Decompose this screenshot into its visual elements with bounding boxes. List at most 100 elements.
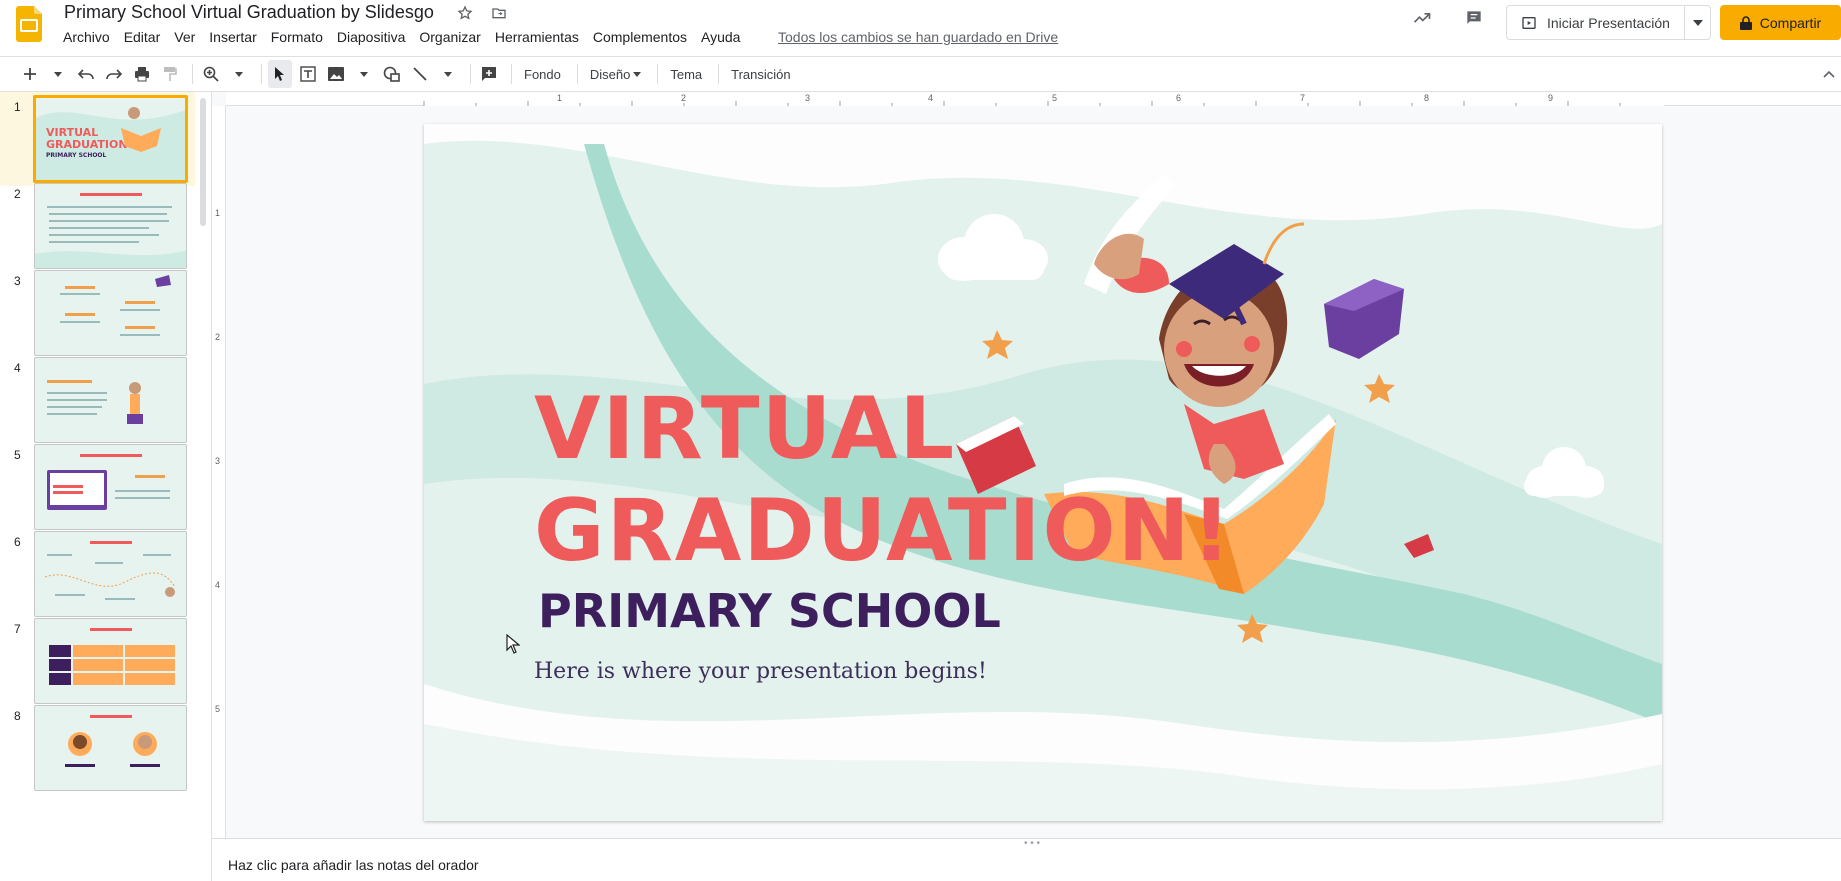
ruler-label: 7	[1300, 93, 1306, 103]
toolbar-divider	[657, 64, 659, 84]
menu-insertar[interactable]: Insertar	[202, 28, 263, 46]
menu-archivo[interactable]: Archivo	[56, 28, 117, 46]
image-caret-icon[interactable]	[352, 60, 376, 88]
filmstrip-scrollbar[interactable]	[200, 98, 206, 226]
thumbnail-art	[47, 454, 170, 510]
menu-formato[interactable]: Formato	[264, 28, 330, 46]
slide-filmstrip: 1 VIRTUAL GRADUATION! PRIMARY SCHOOL 2 3…	[0, 92, 212, 881]
slide-number: 8	[14, 709, 21, 723]
slide-thumbnail[interactable]	[34, 357, 187, 443]
slide-number: 3	[14, 274, 21, 288]
image-icon[interactable]	[324, 60, 348, 88]
add-comment-icon[interactable]	[477, 60, 501, 88]
menu-ver[interactable]: Ver	[167, 28, 202, 46]
menu-herramientas[interactable]: Herramientas	[488, 28, 586, 46]
toolbar-divider	[576, 64, 578, 84]
menu-organizar[interactable]: Organizar	[412, 28, 487, 46]
zoom-caret-icon[interactable]	[227, 60, 251, 88]
print-icon[interactable]	[130, 60, 154, 88]
redo-icon[interactable]	[102, 60, 126, 88]
theme-button[interactable]: Tema	[664, 60, 708, 88]
document-title[interactable]: Primary School Virtual Graduation by Sli…	[64, 2, 434, 23]
menu-editar[interactable]: Editar	[117, 28, 168, 46]
slide-title-line-2[interactable]: GRADUATION!	[534, 488, 1233, 574]
menu-complementos[interactable]: Complementos	[586, 28, 694, 46]
slide-number: 2	[14, 187, 21, 201]
toolbar-divider	[261, 64, 262, 84]
line-icon[interactable]	[408, 60, 432, 88]
menu-ayuda[interactable]: Ayuda	[694, 28, 747, 46]
ruler-label: 4	[928, 93, 934, 103]
drag-grip-icon[interactable]: • • •	[1024, 838, 1040, 849]
slide-canvas[interactable]: VIRTUAL GRADUATION! PRIMARY SCHOOL Here …	[424, 124, 1662, 821]
toolbar-divider	[511, 64, 512, 84]
activity-trend-icon[interactable]	[1412, 8, 1432, 28]
new-slide-icon[interactable]	[18, 60, 42, 88]
horizontal-ruler[interactable]: 1 2 3 4 5 6 7 8 9	[226, 92, 1841, 106]
move-folder-icon[interactable]	[489, 3, 509, 23]
ruler-label: 2	[215, 332, 221, 342]
filmstrip-item-1[interactable]: 1 VIRTUAL GRADUATION! PRIMARY SCHOOL	[0, 92, 195, 186]
shape-icon[interactable]	[380, 60, 404, 88]
ruler-label: 1	[557, 93, 563, 103]
slide-thumbnail[interactable]	[34, 531, 187, 617]
slides-logo-icon[interactable]	[16, 6, 42, 42]
slide-thumbnail[interactable]: VIRTUAL GRADUATION! PRIMARY SCHOOL	[33, 95, 188, 183]
paint-format-icon[interactable]	[158, 60, 182, 88]
slide-thumbnail[interactable]	[34, 183, 187, 269]
slides-app: Primary School Virtual Graduation by Sli…	[0, 0, 1841, 881]
text-box-icon[interactable]	[296, 60, 320, 88]
speaker-notes-field[interactable]: Haz clic para añadir las notas del orado…	[228, 857, 479, 873]
collapse-chevron-up-icon[interactable]	[1823, 65, 1835, 83]
layout-button[interactable]: Diseño	[584, 60, 647, 88]
filmstrip-item-5[interactable]: 5	[0, 440, 195, 534]
toolbar: Fondo Diseño Tema Transición	[0, 56, 1841, 92]
select-cursor-icon[interactable]	[268, 60, 292, 88]
slide-thumbnail[interactable]	[34, 444, 187, 530]
slide-number: 5	[14, 448, 21, 462]
menu-diapositiva[interactable]: Diapositiva	[330, 28, 412, 46]
save-status-link[interactable]: Todos los cambios se han guardado en Dri…	[778, 29, 1058, 45]
slide-subtitle[interactable]: PRIMARY SCHOOL	[538, 588, 1001, 634]
filmstrip-item-2[interactable]: 2	[0, 179, 195, 273]
filmstrip-item-8[interactable]: 8	[0, 701, 195, 795]
ruler-label: 1	[215, 208, 221, 218]
share-button[interactable]: Compartir	[1720, 5, 1841, 40]
slide-title-line-1[interactable]: VIRTUAL	[534, 386, 956, 472]
thumbnail-art	[35, 193, 186, 268]
header: Primary School Virtual Graduation by Sli…	[0, 0, 1841, 56]
zoom-icon[interactable]	[199, 60, 223, 88]
slide-thumbnail[interactable]	[34, 618, 187, 704]
slide-editor: 1 2 3 4 5 6 7 8 9 1 2 3 4 5 VIRTUAL GRAD…	[212, 92, 1841, 838]
vertical-ruler[interactable]: 1 2 3 4 5	[212, 106, 226, 838]
slide-number: 7	[14, 622, 21, 636]
thumbnail-art	[49, 628, 175, 685]
ruler-label: 5	[215, 704, 221, 714]
ruler-label: 3	[215, 456, 221, 466]
undo-icon[interactable]	[74, 60, 98, 88]
comment-icon[interactable]	[1464, 8, 1484, 28]
filmstrip-item-3[interactable]: 3	[0, 266, 195, 360]
toolbar-divider	[470, 64, 471, 84]
slide-thumbnail[interactable]	[34, 270, 187, 356]
slide-body-text[interactable]: Here is where your presentation begins!	[534, 659, 987, 684]
ruler-label: 8	[1424, 93, 1430, 103]
present-options-button[interactable]	[1684, 6, 1710, 39]
svg-text:GRADUATION!: GRADUATION!	[46, 138, 133, 151]
star-icon[interactable]	[455, 3, 475, 23]
slide-thumbnail[interactable]	[34, 705, 187, 791]
filmstrip-item-7[interactable]: 7	[0, 614, 195, 708]
thumbnail-art	[47, 380, 143, 424]
present-button: Iniciar Presentación	[1506, 5, 1711, 40]
transition-button[interactable]: Transición	[725, 60, 796, 88]
slide-number: 6	[14, 535, 21, 549]
ruler-label: 9	[1548, 93, 1554, 103]
new-slide-layout-caret-icon[interactable]	[46, 60, 70, 88]
background-button[interactable]: Fondo	[518, 60, 567, 88]
start-presentation-button[interactable]: Iniciar Presentación	[1507, 6, 1684, 39]
caret-down-icon	[1692, 19, 1703, 26]
menu-bar: Archivo Editar Ver Insertar Formato Diap…	[56, 28, 747, 46]
line-caret-icon[interactable]	[436, 60, 460, 88]
filmstrip-item-6[interactable]: 6	[0, 527, 195, 621]
filmstrip-item-4[interactable]: 4	[0, 353, 195, 447]
